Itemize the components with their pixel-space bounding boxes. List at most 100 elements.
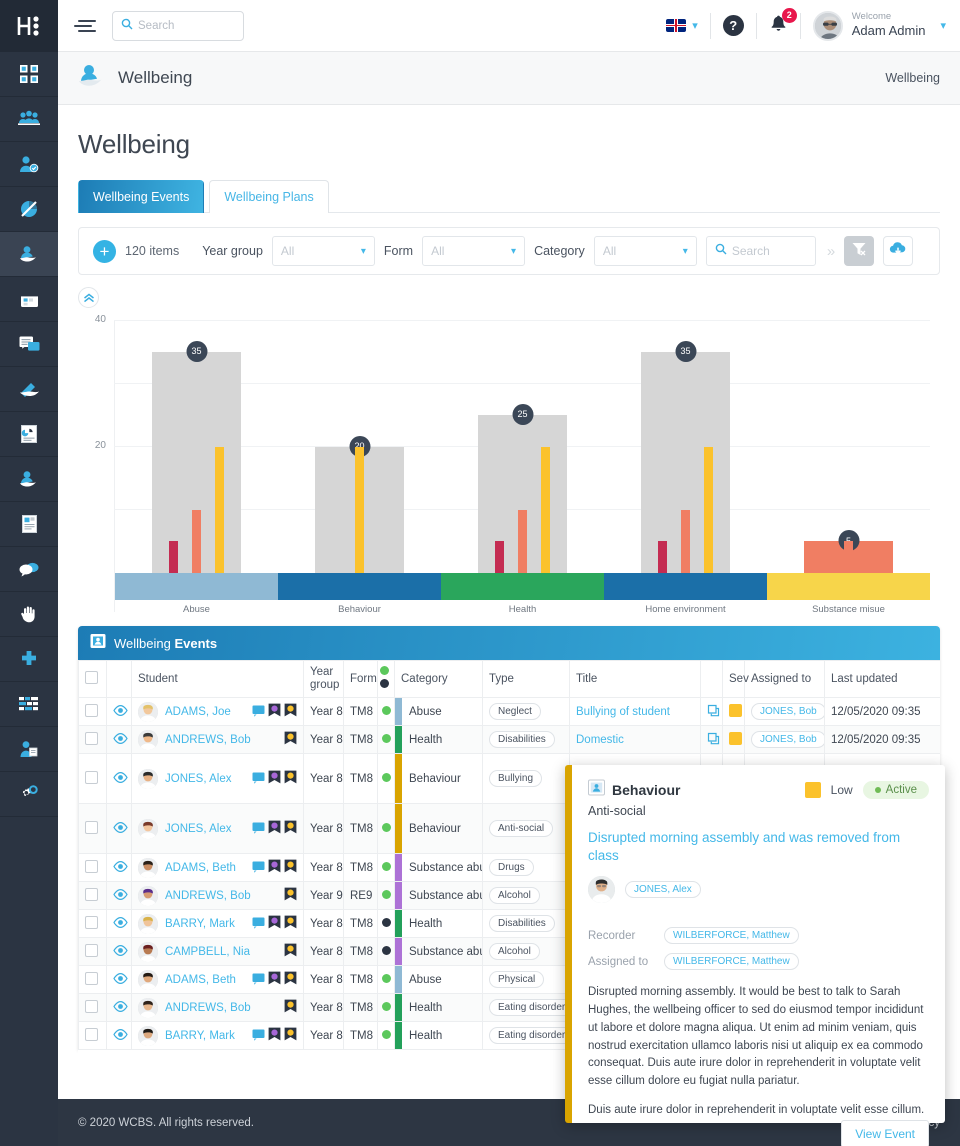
note-icon[interactable] [252, 1028, 265, 1044]
form-cell[interactable]: TM8 [343, 803, 378, 855]
row-checkbox[interactable] [85, 859, 98, 873]
row-select-cell[interactable] [78, 803, 107, 855]
event-title-link[interactable]: Domestic [576, 734, 624, 746]
year-group-cell[interactable]: Year 8 [303, 909, 344, 939]
bookmark-yellow-icon[interactable] [284, 703, 297, 720]
row-checkbox[interactable] [85, 820, 98, 834]
student-cell[interactable]: ADAMS, Beth [131, 853, 304, 883]
note-icon[interactable] [252, 771, 265, 787]
form-cell[interactable]: TM8 [343, 725, 378, 755]
search-input[interactable] [138, 19, 235, 32]
language-selector[interactable]: ▾ [666, 0, 698, 52]
external-link-icon[interactable] [707, 732, 720, 748]
event-title-link[interactable]: Bullying of student [576, 706, 670, 718]
flag-cell[interactable] [700, 697, 723, 727]
year-group-cell[interactable]: Year 8 [303, 803, 344, 855]
flag-cell[interactable] [700, 725, 723, 755]
sidebar-item-medical[interactable] [0, 637, 58, 682]
filter-search-input[interactable] [731, 244, 807, 258]
row-checkbox[interactable] [85, 887, 98, 901]
student-name[interactable]: BARRY, Mark [165, 1030, 235, 1042]
student-name[interactable]: ADAMS, Joe [165, 706, 231, 718]
year-group-cell[interactable]: Year 8 [303, 965, 344, 995]
row-select-cell[interactable] [78, 993, 107, 1023]
assigned-pill[interactable]: JONES, Bob [751, 731, 824, 749]
form-cell[interactable]: TM8 [343, 1021, 378, 1051]
year-group-cell[interactable]: Year 8 [303, 937, 344, 967]
th-student[interactable]: Student [131, 659, 304, 699]
student-cell[interactable]: ANDREWS, Bob [131, 725, 304, 755]
student-name[interactable]: ANDREWS, Bob [165, 734, 251, 746]
student-cell[interactable]: ANDREWS, Bob [131, 993, 304, 1023]
app-logo[interactable] [0, 0, 58, 52]
eye-icon[interactable] [113, 888, 128, 903]
th-form[interactable]: Form [343, 659, 378, 699]
bookmark-purple-icon[interactable] [268, 820, 281, 837]
student-name[interactable]: ADAMS, Beth [165, 974, 236, 986]
add-event-button[interactable]: + [93, 239, 116, 263]
sidebar-item-timetable[interactable] [0, 682, 58, 727]
sidebar-item-staff[interactable] [0, 727, 58, 772]
row-view-cell[interactable] [106, 993, 132, 1023]
eye-icon[interactable] [113, 944, 128, 959]
eye-icon[interactable] [113, 972, 128, 987]
student-name[interactable]: JONES, Alex [165, 823, 231, 835]
external-link-icon[interactable] [707, 704, 720, 720]
row-checkbox[interactable] [85, 971, 98, 985]
title-cell[interactable]: Domestic [569, 725, 701, 755]
assigned-pill[interactable]: JONES, Bob [751, 703, 824, 721]
title-cell[interactable]: Bullying of student [569, 697, 701, 727]
bookmark-yellow-icon[interactable] [284, 915, 297, 932]
eye-icon[interactable] [113, 860, 128, 875]
table-row[interactable]: ANDREWS, Bob Year 8 TM8 Health Disabilities D… [78, 725, 940, 755]
sidebar-item-marking[interactable] [0, 367, 58, 412]
row-view-cell[interactable] [106, 909, 132, 939]
student-name[interactable]: ANDREWS, Bob [165, 890, 251, 902]
chart-category-bar[interactable] [604, 573, 767, 600]
row-select-cell[interactable] [78, 937, 107, 967]
student-name[interactable]: BARRY, Mark [165, 918, 235, 930]
sidebar-item-messages[interactable] [0, 322, 58, 367]
row-view-cell[interactable] [106, 965, 132, 995]
row-select-cell[interactable] [78, 853, 107, 883]
bookmark-yellow-icon[interactable] [284, 999, 297, 1016]
bookmark-yellow-icon[interactable] [284, 731, 297, 748]
th-title[interactable]: Title [569, 659, 701, 699]
chart-category-bar[interactable] [441, 573, 604, 600]
user-menu[interactable]: Welcome Adam Admin ▾ [812, 10, 946, 41]
form-cell[interactable]: TM8 [343, 697, 378, 727]
notifications-button[interactable]: 2 [769, 7, 797, 38]
year-group-cell[interactable]: Year 8 [303, 1021, 344, 1051]
th-select-all[interactable] [78, 659, 107, 699]
collapse-chart-button[interactable] [78, 287, 99, 308]
tab-wellbeing-plans[interactable]: Wellbeing Plans [209, 180, 329, 213]
year-group-cell[interactable]: Year 8 [303, 725, 344, 755]
eye-icon[interactable] [113, 1000, 128, 1015]
note-icon[interactable] [252, 860, 265, 876]
row-view-cell[interactable] [106, 937, 132, 967]
popup-title[interactable]: Disrupted morning assembly and was remov… [588, 829, 929, 864]
form-cell[interactable]: TM8 [343, 909, 378, 939]
sidebar-item-analysis[interactable] [0, 187, 58, 232]
eye-icon[interactable] [113, 916, 128, 931]
row-view-cell[interactable] [106, 753, 132, 805]
bookmark-yellow-icon[interactable] [284, 859, 297, 876]
student-cell[interactable]: ADAMS, Joe [131, 697, 304, 727]
bookmark-purple-icon[interactable] [268, 915, 281, 932]
student-cell[interactable]: ADAMS, Beth [131, 965, 304, 995]
tab-wellbeing-events[interactable]: Wellbeing Events [78, 180, 205, 213]
bookmark-purple-icon[interactable] [268, 971, 281, 988]
row-checkbox[interactable] [85, 1027, 98, 1041]
th-year-group[interactable]: Year group [303, 659, 344, 699]
student-name[interactable]: CAMPBELL, Nia [165, 946, 250, 958]
row-checkbox[interactable] [85, 770, 98, 784]
row-select-cell[interactable] [78, 1021, 107, 1051]
sidebar-item-reports[interactable] [0, 412, 58, 457]
bookmark-yellow-icon[interactable] [284, 971, 297, 988]
category-select[interactable]: All ▾ [593, 236, 697, 266]
eye-icon[interactable] [113, 1028, 128, 1043]
chart-category-bar[interactable] [767, 573, 930, 600]
th-assigned-to[interactable]: Assigned to [744, 659, 825, 699]
row-select-cell[interactable] [78, 909, 107, 939]
row-select-cell[interactable] [78, 965, 107, 995]
